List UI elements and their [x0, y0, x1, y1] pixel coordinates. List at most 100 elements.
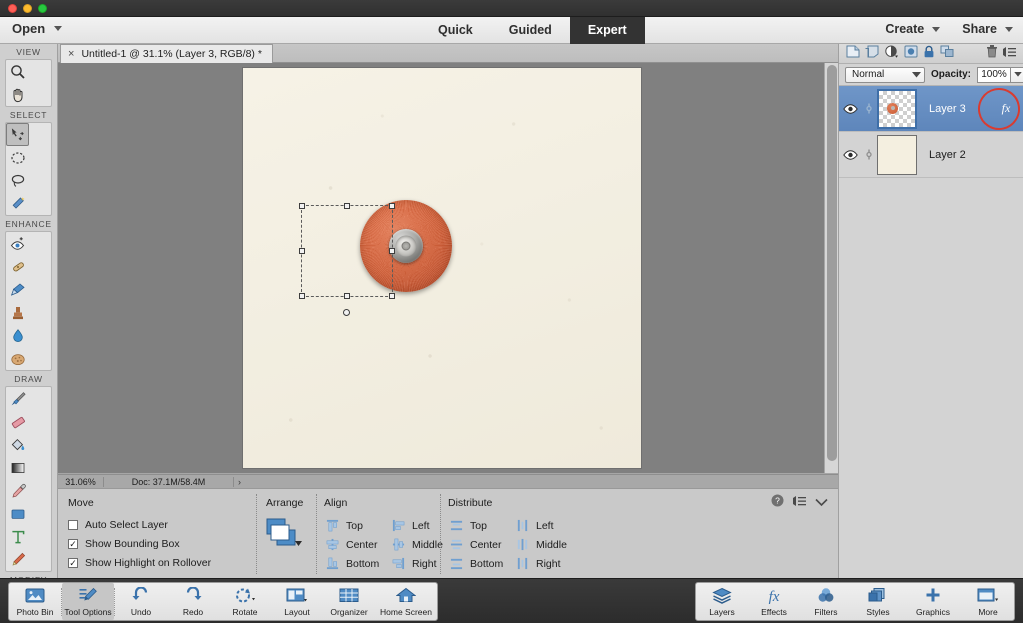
layer-row-layer-3[interactable]: Layer 3 fx	[839, 84, 1023, 134]
distribute-bottom-button[interactable]: Bottom	[450, 557, 503, 570]
spot-healing-tool[interactable]	[6, 255, 29, 278]
transform-handle-bottom-center[interactable]	[344, 293, 350, 299]
transform-selection-box[interactable]	[299, 203, 395, 316]
layer-thumbnail-layer-2[interactable]	[877, 134, 917, 175]
opacity-value[interactable]: 100%	[977, 66, 1012, 83]
align-left-button[interactable]: Left	[392, 519, 430, 532]
transform-handle-middle-left[interactable]	[299, 248, 305, 254]
blend-mode-select[interactable]: Normal	[845, 66, 925, 83]
photo-bin-button[interactable]: Photo Bin	[9, 583, 61, 620]
layer-visibility-icon[interactable]	[839, 103, 861, 114]
graphics-panel-button[interactable]: Graphics	[904, 583, 962, 620]
transform-rotate-handle[interactable]	[343, 309, 350, 316]
sponge-tool[interactable]	[6, 347, 29, 370]
new-layer-icon[interactable]	[846, 45, 860, 63]
shape-tool[interactable]	[6, 502, 29, 525]
transform-handle-bottom-right[interactable]	[389, 293, 395, 299]
smart-brush-tool[interactable]	[6, 278, 29, 301]
hand-tool[interactable]	[6, 83, 29, 106]
maximize-window-button[interactable]	[38, 4, 47, 13]
auto-select-layer-checkbox[interactable]	[68, 520, 78, 530]
eyedropper-tool[interactable]	[6, 479, 29, 502]
adjustment-layer-icon[interactable]	[884, 44, 899, 63]
vertical-scroll-thumb[interactable]	[827, 65, 837, 461]
layer-thumbnail-layer-3[interactable]	[877, 88, 917, 129]
show-highlight-checkbox[interactable]: ✓	[68, 558, 78, 568]
distribute-top-button[interactable]: Top	[450, 519, 487, 532]
canvas-vertical-scrollbar[interactable]	[824, 63, 838, 473]
arrange-layers-icon[interactable]	[264, 517, 306, 562]
layer-mask-icon[interactable]	[904, 45, 918, 63]
zoom-level[interactable]: 31.06%	[58, 476, 104, 487]
type-tool[interactable]	[6, 525, 29, 548]
layer-fx-badge[interactable]: fx	[989, 101, 1023, 116]
show-highlight-on-rollover-option[interactable]: ✓ Show Highlight on Rollover	[68, 557, 211, 569]
filters-panel-button[interactable]: Filters	[800, 583, 852, 620]
tab-guided[interactable]: Guided	[491, 17, 570, 44]
pencil-tool[interactable]	[6, 548, 29, 571]
collapse-chevron-icon[interactable]	[815, 494, 828, 512]
gradient-tool[interactable]	[6, 456, 29, 479]
delete-layer-icon[interactable]	[986, 44, 998, 63]
brush-tool[interactable]	[6, 387, 29, 410]
layers-panel-button[interactable]: Layers	[696, 583, 748, 620]
show-bounding-box-checkbox[interactable]: ✓	[68, 539, 78, 549]
open-button[interactable]: Open	[12, 21, 63, 36]
layer-link-icon[interactable]	[861, 148, 877, 161]
transform-handle-top-left[interactable]	[299, 203, 305, 209]
chevron-right-icon[interactable]: ›	[234, 477, 241, 487]
align-right-button[interactable]: Right	[392, 557, 437, 570]
align-middle-button[interactable]: Middle	[392, 538, 443, 551]
help-icon[interactable]: ?	[771, 494, 784, 512]
tool-options-button[interactable]: Tool Options	[62, 583, 114, 620]
undo-button[interactable]: Undo	[115, 583, 167, 620]
red-eye-tool[interactable]	[6, 232, 29, 255]
auto-select-layer-option[interactable]: Auto Select Layer	[68, 519, 168, 531]
duplicate-layer-icon[interactable]	[865, 45, 879, 63]
transform-handle-top-center[interactable]	[344, 203, 350, 209]
canvas-document[interactable]	[243, 68, 641, 468]
show-bounding-box-option[interactable]: ✓ Show Bounding Box	[68, 538, 180, 550]
rotate-button[interactable]: Rotate	[219, 583, 271, 620]
layout-button[interactable]: Layout	[271, 583, 323, 620]
align-bottom-button[interactable]: Bottom	[326, 557, 379, 570]
distribute-center-button[interactable]: Center	[450, 538, 502, 551]
styles-panel-button[interactable]: Styles	[852, 583, 904, 620]
layer-row-layer-2[interactable]: Layer 2	[839, 132, 1023, 178]
panel-menu-icon[interactable]	[793, 494, 806, 512]
redo-button[interactable]: Redo	[167, 583, 219, 620]
paint-bucket-tool[interactable]	[6, 433, 29, 456]
transform-handle-middle-right[interactable]	[389, 248, 395, 254]
clone-stamp-tool[interactable]	[6, 301, 29, 324]
lock-layer-icon[interactable]	[923, 45, 935, 63]
effects-panel-button[interactable]: fx Effects	[748, 583, 800, 620]
share-button[interactable]: Share	[962, 22, 1013, 36]
layer-link-icon[interactable]	[861, 102, 877, 115]
close-window-button[interactable]	[8, 4, 17, 13]
more-panel-button[interactable]: More	[962, 583, 1014, 620]
tab-expert[interactable]: Expert	[569, 17, 645, 44]
tab-quick[interactable]: Quick	[420, 17, 491, 44]
blur-tool[interactable]	[6, 324, 29, 347]
panel-menu-icon[interactable]	[1003, 45, 1016, 63]
quick-selection-tool[interactable]	[6, 192, 29, 215]
organizer-button[interactable]: Organizer	[323, 583, 375, 620]
close-icon[interactable]: ×	[68, 48, 74, 60]
minimize-window-button[interactable]	[23, 4, 32, 13]
layer-name-layer-2[interactable]: Layer 2	[917, 149, 1023, 161]
transform-handle-top-right[interactable]	[389, 203, 395, 209]
create-button[interactable]: Create	[885, 22, 941, 36]
lasso-tool[interactable]	[6, 169, 29, 192]
transform-handle-bottom-left[interactable]	[299, 293, 305, 299]
canvas-area[interactable]	[58, 63, 838, 473]
document-tab[interactable]: × Untitled-1 @ 31.1% (Layer 3, RGB/8) *	[60, 44, 273, 63]
distribute-left-button[interactable]: Left	[516, 519, 554, 532]
align-top-button[interactable]: Top	[326, 519, 363, 532]
marquee-tool[interactable]	[6, 146, 29, 169]
opacity-control[interactable]: 100%	[977, 66, 1023, 83]
layer-name-layer-3[interactable]: Layer 3	[917, 103, 989, 115]
opacity-dropdown-arrow[interactable]	[1011, 66, 1023, 83]
zoom-tool[interactable]	[6, 60, 29, 83]
distribute-middle-button[interactable]: Middle	[516, 538, 567, 551]
layer-visibility-icon[interactable]	[839, 149, 861, 160]
